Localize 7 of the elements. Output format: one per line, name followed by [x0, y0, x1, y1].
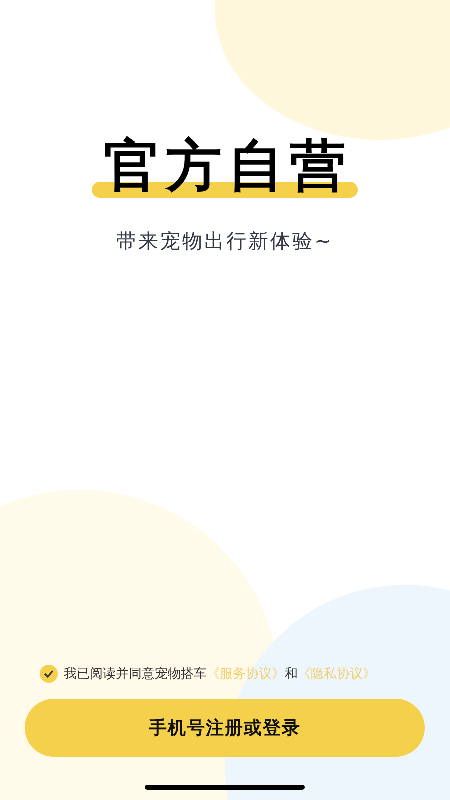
agreement-link[interactable]: 《隐私协议》 [298, 667, 376, 682]
agreement-link[interactable]: 《服务协议》 [207, 667, 285, 682]
check-icon [44, 670, 54, 678]
login-button[interactable]: 手机号注册或登录 [25, 699, 425, 757]
agreement-text: 我已阅读并同意宠物搭车《服务协议》和《隐私协议》 [64, 666, 376, 683]
subtitle: 带来宠物出行新体验~ [116, 228, 334, 255]
headline: 官方自营 [92, 132, 358, 202]
